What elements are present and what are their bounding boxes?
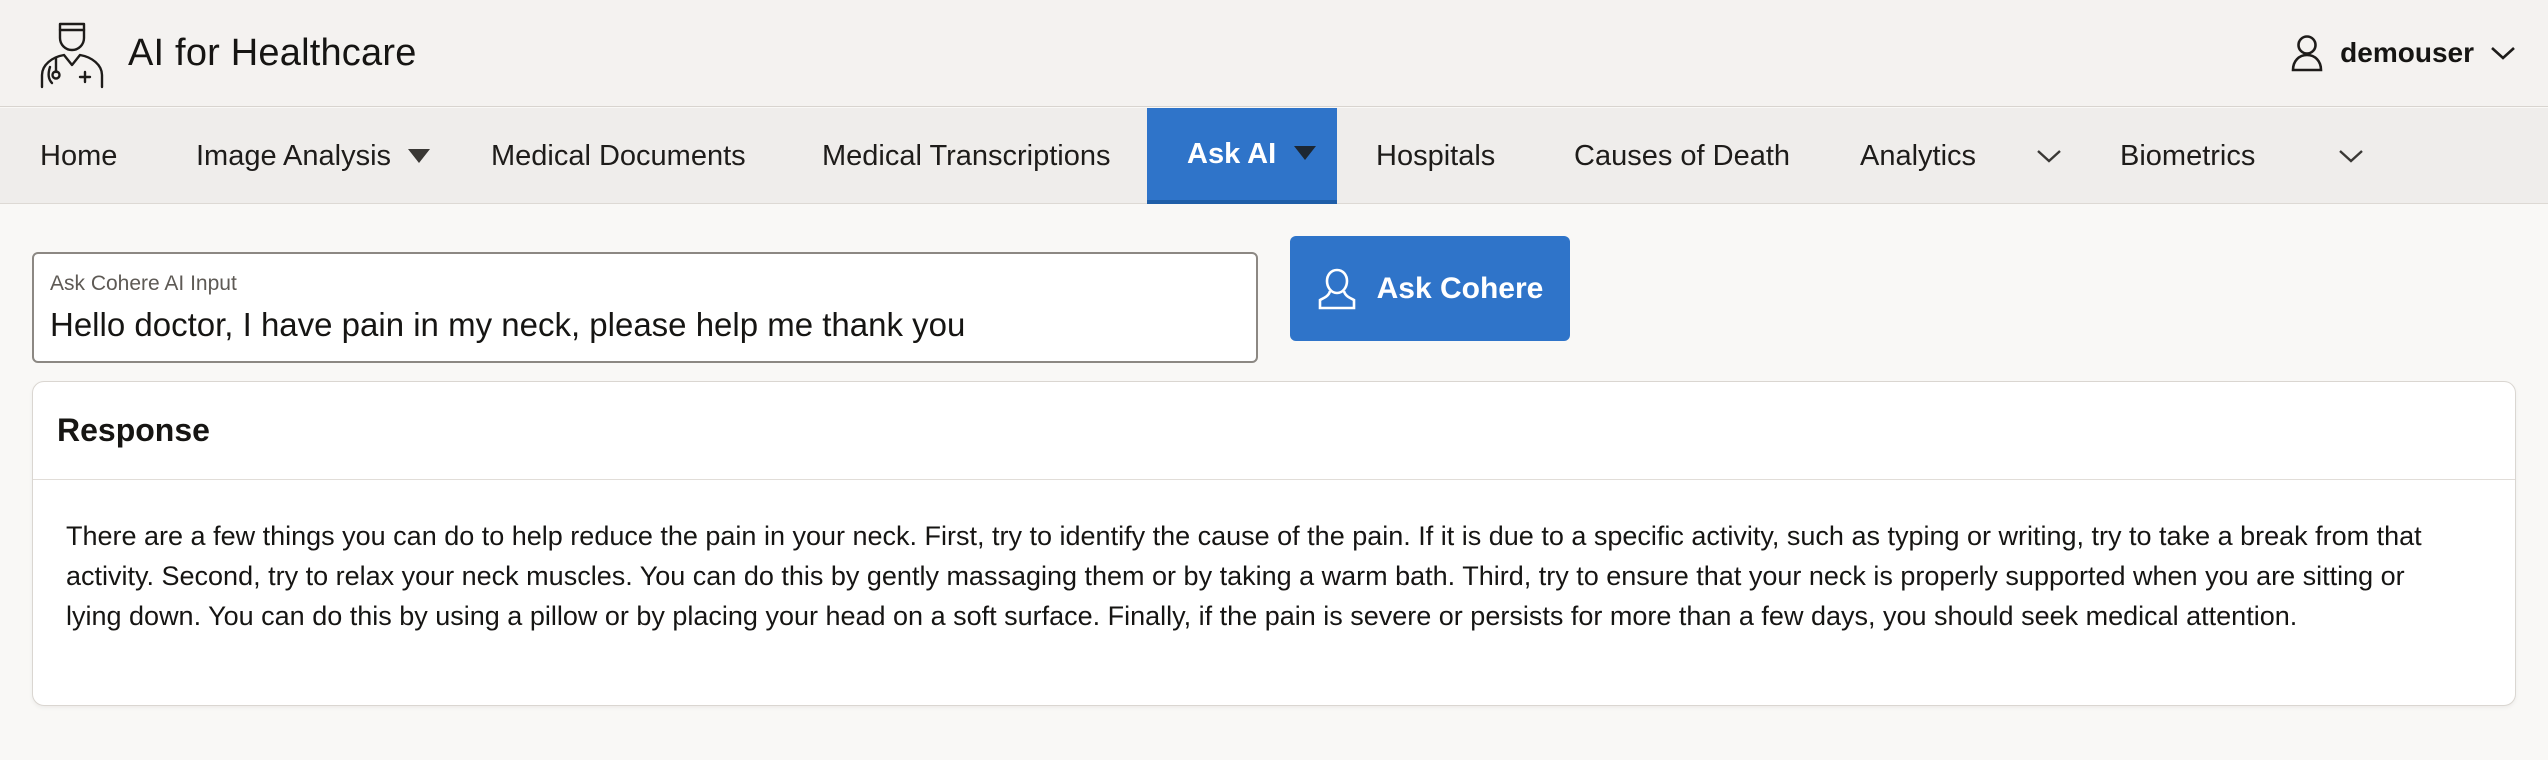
caret-down-icon [408, 149, 430, 163]
user-icon [1318, 268, 1355, 309]
nav-item-label: Medical Documents [491, 139, 746, 172]
response-text: There are a few things you can do to hel… [66, 521, 2422, 631]
response-header: Response [33, 382, 2515, 480]
caret-down-icon[interactable] [1294, 146, 1316, 160]
nav-item-label: Biometrics [2120, 139, 2256, 172]
nav-item-label: Image Analysis [196, 139, 392, 172]
nav-item-label: Hospitals [1376, 139, 1496, 172]
nav-item-analytics[interactable]: Analytics [1860, 108, 1976, 204]
ask-cohere-input-field[interactable]: Ask Cohere AI Input [32, 252, 1258, 363]
ask-cohere-input[interactable] [50, 306, 1240, 344]
nav-item-ask-ai[interactable]: Ask AI [1147, 108, 1337, 204]
nav-item-label: Causes of Death [1574, 139, 1791, 172]
response-panel: Response There are a few things you can … [32, 381, 2516, 706]
ask-cohere-button[interactable]: Ask Cohere [1290, 236, 1570, 341]
image-analysis-menu-toggle[interactable] [408, 108, 430, 204]
nav-item-medical-documents[interactable]: Medical Documents [491, 108, 746, 204]
nav-item-label: Medical Transcriptions [822, 139, 1111, 172]
nav-item-label: Analytics [1860, 139, 1977, 172]
nav-item-causes-of-death[interactable]: Causes of Death [1574, 108, 1790, 204]
biometrics-menu-toggle[interactable] [2338, 108, 2364, 204]
nav-item-image-analysis[interactable]: Image Analysis [196, 108, 391, 204]
analytics-menu-toggle[interactable] [2036, 108, 2062, 204]
nav-item-home[interactable]: Home [40, 108, 117, 204]
main-nav: Home Image Analysis Medical Documents Me… [0, 108, 2548, 204]
doctor-icon [40, 22, 104, 89]
nav-item-medical-transcriptions[interactable]: Medical Transcriptions [822, 108, 1111, 204]
nav-item-label: Ask AI [1187, 137, 1277, 170]
nav-item-hospitals[interactable]: Hospitals [1376, 108, 1495, 204]
ask-cohere-button-label: Ask Cohere [1376, 271, 1544, 305]
nav-item-label: Home [40, 139, 118, 172]
brand: AI for Healthcare [36, 17, 417, 89]
field-label: Ask Cohere AI Input [50, 272, 237, 295]
chevron-down-icon [2037, 150, 2061, 163]
user-menu[interactable]: demouser [2290, 34, 2516, 72]
app-title: AI for Healthcare [128, 31, 417, 74]
app-header: AI for Healthcare demouser [0, 0, 2548, 107]
chevron-down-icon [2339, 150, 2363, 163]
response-title: Response [57, 412, 210, 448]
nav-item-biometrics[interactable]: Biometrics [2120, 108, 2255, 204]
user-icon [2291, 35, 2323, 72]
user-name: demouser [2340, 37, 2474, 68]
chevron-down-icon [2491, 47, 2515, 60]
